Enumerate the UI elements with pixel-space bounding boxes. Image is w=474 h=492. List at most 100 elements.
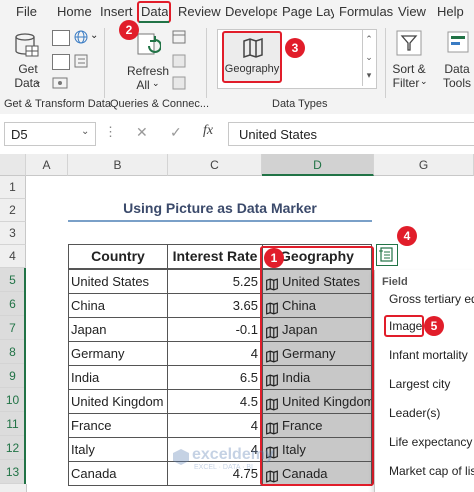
refresh-all-icon[interactable] [135, 32, 162, 60]
chevron-down-icon: ⌄ [420, 76, 428, 86]
sort-filter-label-2[interactable]: Filter [388, 76, 424, 90]
interest-rate-cell[interactable]: 4.5 [167, 389, 263, 414]
geography-label: Geography [224, 63, 280, 75]
select-all-corner[interactable] [0, 154, 26, 176]
get-data-icon[interactable] [14, 32, 40, 60]
interest-rate-cell[interactable]: 4 [167, 341, 263, 366]
data-tools-label-2[interactable]: Tools [440, 76, 474, 90]
column-header-d[interactable]: D [262, 154, 374, 176]
country-cell[interactable]: China [68, 293, 168, 318]
group-queries: Queries & Connec... [110, 98, 210, 110]
interest-rate-cell[interactable]: 6.5 [167, 365, 263, 390]
interest-rate-cell[interactable]: 4 [167, 413, 263, 438]
properties-icon[interactable] [172, 54, 186, 68]
row-header[interactable]: 8 [0, 340, 26, 364]
highlight-geography-column [260, 246, 374, 486]
interest-rate-cell[interactable]: 5.25 [167, 269, 263, 294]
row-header[interactable]: 9 [0, 364, 26, 388]
get-data-label-1[interactable]: Get [14, 62, 42, 76]
filter-icon[interactable] [396, 30, 422, 56]
field-item[interactable]: Gross tertiary edu [389, 292, 474, 306]
country-cell[interactable]: France [68, 413, 168, 438]
edit-links-icon[interactable] [172, 76, 186, 90]
sheet-title[interactable]: Using Picture as Data Marker [68, 200, 372, 220]
header-interest-rate[interactable]: Interest Rate [167, 244, 263, 269]
menu-developer[interactable]: Develope [225, 0, 277, 24]
enter-icon[interactable]: ✓ [170, 124, 182, 141]
menu-file[interactable]: File [16, 0, 37, 24]
country-cell[interactable]: United Kingdom [68, 389, 168, 414]
menu-home[interactable]: Home [57, 0, 92, 24]
field-item[interactable]: Largest city [389, 377, 450, 391]
name-box[interactable]: D5 ⌄ [4, 122, 96, 146]
field-item[interactable]: Leader(s) [389, 406, 440, 420]
chevron-down-icon[interactable]: ⌄ [81, 126, 89, 137]
step-badge-4: 4 [397, 226, 417, 246]
refresh-all-label-1[interactable]: Refresh [126, 64, 170, 78]
gallery-more-icon[interactable]: ▾ [363, 66, 375, 84]
insert-function-icon[interactable]: fx [203, 123, 213, 139]
menu-page-layout[interactable]: Page Layo [282, 0, 334, 24]
data-tools-label-1[interactable]: Data [440, 62, 474, 76]
row-header[interactable]: 10 [0, 388, 26, 412]
column-header-g[interactable]: G [374, 154, 474, 176]
menu-view[interactable]: View [398, 0, 426, 24]
step-badge-5: 5 [424, 316, 444, 336]
column-header-a[interactable]: A [26, 154, 68, 176]
field-panel-header: Field [382, 276, 408, 288]
insert-data-button[interactable] [376, 244, 398, 266]
column-header-b[interactable]: B [68, 154, 168, 176]
country-cell[interactable]: India [68, 365, 168, 390]
row-header[interactable]: 11 [0, 412, 26, 436]
row-header[interactable]: 4 [0, 245, 26, 268]
menu-formulas[interactable]: Formulas [339, 0, 393, 24]
watermark-logo-icon [172, 448, 190, 466]
sort-filter-label-1[interactable]: Sort & [388, 62, 430, 76]
interest-rate-cell[interactable]: 3.65 [167, 293, 263, 318]
row-header[interactable]: 5 [0, 268, 26, 292]
field-item-image[interactable]: Image [389, 319, 422, 333]
from-web-icon[interactable] [74, 30, 88, 44]
row-header[interactable]: 7 [0, 316, 26, 340]
country-cell[interactable]: Italy [68, 437, 168, 462]
country-cell[interactable]: Germany [68, 341, 168, 366]
interest-rate-cell[interactable]: -0.1 [167, 317, 263, 342]
queries-connections-icon[interactable] [172, 30, 186, 44]
highlight-data-tab [137, 1, 171, 23]
row-header[interactable]: 13 [0, 460, 26, 484]
row-header[interactable]: 2 [0, 199, 26, 222]
formula-value[interactable]: United States [239, 127, 317, 142]
field-item[interactable]: Market cap of list [389, 464, 474, 478]
recent-sources-icon[interactable] [74, 54, 88, 68]
country-cell[interactable]: Japan [68, 317, 168, 342]
step-badge-1: 1 [264, 248, 284, 268]
from-text-icon[interactable] [52, 30, 70, 46]
name-box-value[interactable]: D5 [11, 127, 28, 142]
row-header[interactable]: 12 [0, 436, 26, 460]
menu-review[interactable]: Review [178, 0, 221, 24]
gallery-scroll[interactable]: ⌃ ⌄ ▾ [362, 30, 375, 86]
gallery-down-icon[interactable]: ⌄ [363, 48, 375, 66]
gallery-up-icon[interactable]: ⌃ [363, 30, 375, 48]
more-dots-icon: ⋮ [104, 124, 117, 139]
cancel-icon[interactable]: ✕ [136, 124, 148, 141]
existing-connections-icon[interactable] [52, 76, 68, 90]
from-table-icon[interactable] [52, 54, 70, 70]
column-header-c[interactable]: C [168, 154, 262, 176]
field-item[interactable]: Infant mortality [389, 348, 468, 362]
group-get-transform: Get & Transform Data [4, 98, 111, 110]
country-cell[interactable]: United States [68, 269, 168, 294]
country-cell[interactable]: Canada [68, 461, 168, 486]
step-badge-2: 2 [119, 20, 139, 40]
header-country[interactable]: Country [68, 244, 168, 269]
group-data-types: Data Types [272, 98, 328, 110]
row-header[interactable]: 6 [0, 292, 26, 316]
formula-input[interactable]: United States [228, 122, 474, 146]
menu-help[interactable]: Help [437, 0, 464, 24]
menu-bar: File Home Insert Data Review Develope Pa… [0, 0, 474, 24]
row-header[interactable]: 3 [0, 222, 26, 245]
geography-button[interactable]: Geography [222, 31, 282, 83]
field-item[interactable]: Life expectancy [389, 435, 472, 449]
data-tools-icon[interactable] [446, 30, 470, 56]
row-header[interactable]: 1 [0, 176, 26, 199]
